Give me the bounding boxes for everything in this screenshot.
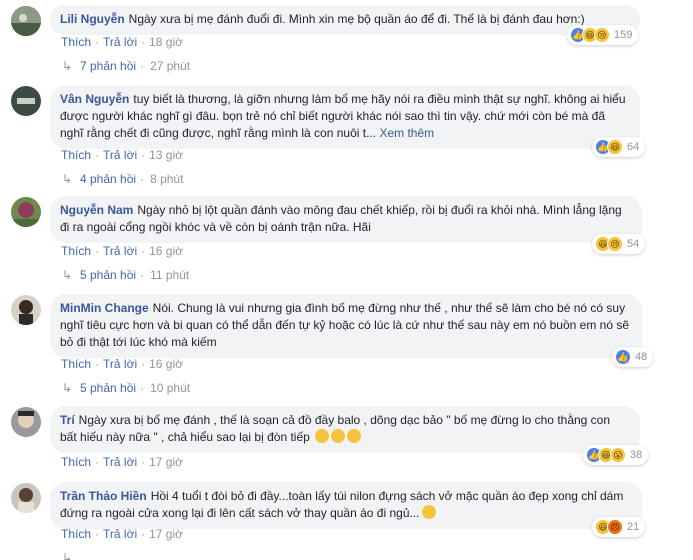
author-name[interactable]: Nguyễn Nam (60, 203, 133, 217)
author-name[interactable]: Trí (60, 413, 75, 427)
timestamp[interactable]: 13 giờ (149, 148, 183, 162)
timestamp[interactable]: 18 giờ (149, 35, 183, 49)
comment-actions: Thích · Trả lời · 17 giờ (61, 455, 183, 469)
view-replies[interactable]: ↳ 5 phản hồi · 10 phút (62, 380, 190, 396)
view-replies-partial[interactable]: ↳ (62, 550, 80, 560)
haha-icon: 😆 (607, 139, 623, 155)
timestamp[interactable]: 17 giờ (149, 455, 183, 469)
reaction-summary[interactable]: 😆 😢 54 (592, 234, 646, 254)
comment-bubble: Trí Ngày xưa bị bố mẹ đánh , thế là soạn … (50, 406, 640, 453)
replies-time: 10 phút (150, 381, 191, 395)
like-button[interactable]: Thích (61, 148, 91, 162)
wow-icon: 😮 (610, 447, 626, 463)
comment-bubble: MinMin Change Nói. Chung là vui nhưng gia… (50, 294, 642, 358)
view-replies[interactable]: ↳ 4 phản hồi · 8 phút (62, 171, 183, 187)
reply-button[interactable]: Trả lời (103, 357, 137, 371)
like-button[interactable]: Thích (61, 35, 91, 49)
replies-count[interactable]: 5 phản hồi (80, 268, 136, 282)
comment-bubble: Lili Nguyễn Ngày xưa bị mẹ đánh đuổi đi. … (50, 5, 640, 35)
sad-icon: 😢 (607, 236, 623, 252)
view-replies[interactable]: ↳ 7 phản hồi · 27 phút (62, 58, 190, 74)
avatar[interactable] (11, 6, 41, 36)
avatar[interactable] (11, 295, 41, 325)
timestamp[interactable]: 16 giờ (149, 244, 183, 258)
reply-button[interactable]: Trả lời (103, 455, 137, 469)
reply-arrow-icon: ↳ (62, 381, 73, 395)
sad-icon: 😢 (594, 27, 610, 43)
comment-bubble: Trần Thảo Hiền Hồi 4 tuổi t đòi bỏ đi đầy… (50, 482, 642, 529)
reaction-count: 64 (627, 141, 640, 153)
replies-time: 8 phút (150, 172, 184, 186)
comment-text: tuy biết là thương, là giỡn nhưng làm bố… (60, 92, 626, 140)
author-name[interactable]: Trần Thảo Hiền (60, 489, 147, 503)
replies-count[interactable]: 5 phản hồi (80, 381, 136, 395)
reply-arrow-icon: ↳ (62, 268, 73, 282)
like-button[interactable]: Thích (61, 527, 91, 541)
like-button[interactable]: Thích (61, 357, 91, 371)
angry-icon: 😠 (607, 519, 623, 535)
reply-button[interactable]: Trả lời (103, 244, 137, 258)
comment-actions: Thích · Trả lời · 18 giờ (61, 35, 183, 49)
author-name[interactable]: Vân Nguyễn (60, 92, 129, 106)
view-replies[interactable]: ↳ 5 phản hồi · 11 phút (62, 267, 189, 283)
replies-time: 11 phút (150, 268, 190, 282)
author-name[interactable]: Lili Nguyễn (60, 12, 125, 26)
author-name[interactable]: MinMin Change (60, 301, 149, 315)
reaction-count: 21 (627, 521, 640, 533)
timestamp[interactable]: 16 giờ (149, 357, 183, 371)
reply-arrow-icon: ↳ (62, 59, 73, 73)
reaction-summary[interactable]: 👍 😆 😢 159 (567, 25, 639, 45)
comment-text: Ngày nhỏ bị lột quần đánh vào mông đau c… (60, 203, 622, 234)
reaction-summary[interactable]: 😆 😠 21 (592, 517, 646, 537)
comment-bubble: Nguyễn Nam Ngày nhỏ bị lột quần đánh vào … (50, 196, 642, 243)
avatar[interactable] (11, 407, 41, 437)
avatar[interactable] (11, 86, 41, 116)
comment-actions: Thích · Trả lời · 17 giờ (61, 527, 183, 541)
avatar[interactable] (11, 483, 41, 513)
reaction-count: 54 (627, 238, 640, 250)
like-button[interactable]: Thích (61, 244, 91, 258)
reaction-summary[interactable]: 👍 😆 😮 38 (583, 445, 649, 465)
replies-time: 27 phút (150, 59, 191, 73)
reaction-summary[interactable]: 👍 😆 64 (592, 137, 646, 157)
reply-arrow-icon: ↳ (62, 172, 73, 186)
comment-actions: Thích · Trả lời · 16 giờ (61, 244, 183, 258)
comment-bubble: Vân Nguyễn tuy biết là thương, là giỡn nh… (50, 85, 640, 149)
reaction-summary[interactable]: 👍 48 (612, 347, 654, 367)
timestamp[interactable]: 17 giờ (149, 527, 183, 541)
smirk-emoji-icon (315, 429, 330, 443)
replies-count[interactable]: 7 phản hồi (80, 59, 136, 73)
comment-actions: Thích · Trả lời · 16 giờ (61, 357, 183, 371)
smirk-emoji-icon (331, 429, 346, 443)
reply-button[interactable]: Trả lời (103, 148, 137, 162)
reply-button[interactable]: Trả lời (103, 527, 137, 541)
reaction-count: 48 (635, 351, 648, 363)
comment-text: Ngày xưa bị mẹ đánh đuổi đi. Mình xin mẹ… (128, 12, 585, 26)
reply-arrow-icon: ↳ (62, 551, 73, 560)
replies-count[interactable]: 4 phản hồi (80, 172, 136, 186)
reaction-count: 159 (614, 29, 633, 41)
avatar[interactable] (11, 197, 41, 227)
smirk-emoji-icon (347, 429, 362, 443)
reply-button[interactable]: Trả lời (103, 35, 137, 49)
see-more-link[interactable]: Xem thêm (379, 126, 434, 140)
like-icon: 👍 (615, 349, 631, 365)
grin-emoji-icon (421, 505, 436, 519)
comment-actions: Thích · Trả lời · 13 giờ (61, 148, 183, 162)
reaction-count: 38 (630, 449, 643, 461)
like-button[interactable]: Thích (61, 455, 91, 469)
